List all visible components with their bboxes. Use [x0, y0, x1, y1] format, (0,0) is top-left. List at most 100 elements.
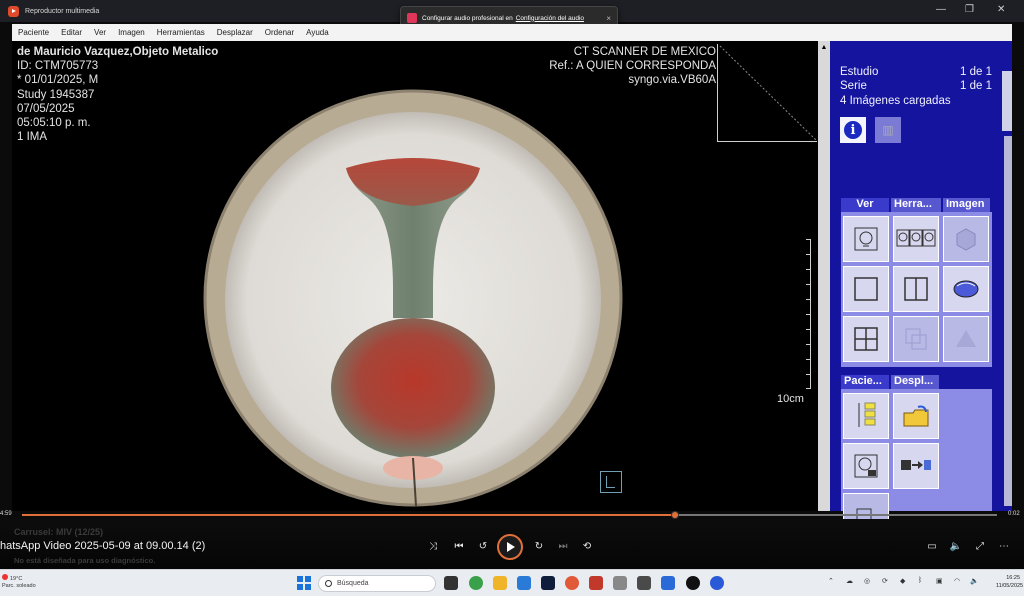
menu-ver[interactable]: Ver: [94, 28, 106, 37]
info-icon: i: [844, 121, 862, 139]
calculator-icon[interactable]: [637, 576, 651, 590]
patient-dob: * 01/01/2025, M: [17, 74, 99, 87]
media-player-icon: [8, 5, 19, 17]
tray-cloud-icon[interactable]: ☁: [846, 577, 853, 585]
tab-paciente[interactable]: Pacie...: [841, 375, 889, 389]
multi-head-icon: [896, 229, 936, 247]
tab-ver[interactable]: Ver: [841, 198, 889, 212]
head-profile-icon: [854, 227, 878, 251]
menu-bar: Paciente Editar Ver Imagen Herramientas …: [12, 24, 1012, 41]
clock-date: 11/05/2025: [996, 583, 1024, 589]
taskbar-search[interactable]: Búsqueda: [318, 575, 436, 592]
wifi-icon[interactable]: ◠: [954, 577, 960, 585]
toast-close-icon[interactable]: ×: [606, 14, 611, 23]
tab-imagen[interactable]: Imagen: [943, 198, 990, 212]
tray-chevron-icon[interactable]: ⌃: [828, 577, 834, 585]
system-clock[interactable]: 16:25 11/05/2025: [996, 574, 1024, 590]
layout-1x1-tile[interactable]: [843, 266, 889, 312]
task-view-icon[interactable]: [444, 576, 458, 590]
histogram-button[interactable]: ▥: [875, 117, 901, 143]
volume-render-tile[interactable]: [943, 266, 989, 312]
layout-2x2-tile[interactable]: [843, 316, 889, 362]
weather-widget[interactable]: 19°C Parc. soleado: [2, 574, 36, 590]
weather-desc: Parc. soleado: [2, 583, 36, 589]
patient-list-tile[interactable]: [843, 393, 889, 439]
tab-desplazar[interactable]: Despl...: [891, 375, 939, 389]
menu-imagen[interactable]: Imagen: [118, 28, 145, 37]
orientation-box: [717, 44, 817, 142]
head-info-icon: [854, 454, 878, 478]
miniplayer-icon[interactable]: ▭: [925, 541, 939, 552]
layout-corner-icon[interactable]: [600, 471, 622, 493]
menu-herramientas[interactable]: Herramientas: [157, 28, 205, 37]
menu-ayuda[interactable]: Ayuda: [306, 28, 329, 37]
start-button[interactable]: [297, 576, 311, 590]
shield-icon[interactable]: [589, 576, 603, 590]
histogram-icon: ▥: [882, 123, 894, 137]
orientation-diagonal: [719, 45, 817, 141]
compare-view-tile[interactable]: [893, 316, 939, 362]
tray-display-icon[interactable]: ▣: [936, 577, 943, 585]
shuffle-icon[interactable]: ⤨: [426, 541, 440, 552]
cube-icon: [956, 228, 976, 251]
chrome-icon[interactable]: [469, 576, 483, 590]
play-button[interactable]: [497, 534, 523, 560]
minimize-icon[interactable]: —: [936, 4, 946, 15]
3d-view-tile[interactable]: [943, 216, 989, 262]
fullscreen-icon[interactable]: ⤢: [973, 541, 987, 552]
info-button[interactable]: i: [840, 117, 866, 143]
menu-paciente[interactable]: Paciente: [18, 28, 49, 37]
control-panel: Estudio 1 de 1 Serie 1 de 1 4 Imágenes car…: [830, 41, 1012, 539]
menu-editar[interactable]: Editar: [61, 28, 82, 37]
single-view-tile[interactable]: [843, 216, 889, 262]
tray-sync-icon[interactable]: ⟳: [882, 577, 888, 585]
tray-shield-icon[interactable]: ◆: [900, 577, 905, 585]
zoom-icon[interactable]: [710, 576, 724, 590]
transfer-tile[interactable]: [893, 443, 939, 489]
window-title: Reproductor multimedia: [25, 7, 100, 15]
speaker-icon[interactable]: 🔈: [970, 577, 979, 585]
layout-1x2-tile[interactable]: [893, 266, 939, 312]
network-app-icon[interactable]: [613, 576, 627, 590]
repeat-icon[interactable]: ⟲: [580, 541, 594, 552]
video-title: hatsApp Video 2025-05-09 at 09.00.14 (2): [0, 540, 206, 552]
close-icon[interactable]: ✕: [997, 4, 1005, 15]
previous-icon[interactable]: ⏮: [452, 541, 466, 552]
panel-scrollbar[interactable]: [1004, 136, 1012, 506]
clock-time: 16:25: [1006, 575, 1020, 581]
ghost-note-text: No está diseñada para uso diagnóstico.: [14, 556, 156, 565]
tray-app-icon[interactable]: ◎: [864, 577, 870, 585]
volume-icon[interactable]: 🔈: [949, 541, 963, 552]
photos-icon[interactable]: [661, 576, 675, 590]
more-options-icon[interactable]: ⋯: [997, 541, 1011, 552]
toast-link[interactable]: Configuración del audio: [516, 15, 584, 22]
photoshop-icon[interactable]: [541, 576, 555, 590]
multi-view-tile[interactable]: [893, 216, 939, 262]
chrome-alt-icon[interactable]: [565, 576, 579, 590]
forward-icon[interactable]: ↻: [532, 541, 546, 552]
next-icon[interactable]: ⏭: [556, 541, 570, 552]
store-icon[interactable]: [517, 576, 531, 590]
seek-handle[interactable]: [671, 511, 680, 519]
seek-bar[interactable]: [0, 511, 1024, 519]
toast-text: Configurar audio profesional en: [422, 14, 513, 22]
tab-herramientas[interactable]: Herra...: [891, 198, 941, 212]
rewind-icon[interactable]: ↺: [476, 541, 490, 552]
tray-bluetooth-icon[interactable]: ᛒ: [918, 577, 922, 584]
image-count: 1 IMA: [17, 131, 48, 144]
image-viewport[interactable]: de Mauricio Vazquez,Objeto Metalico ID: …: [12, 41, 818, 511]
patient-info-tile[interactable]: [843, 443, 889, 489]
scroll-up-icon[interactable]: ▲: [818, 41, 830, 53]
mpr-view-tile[interactable]: [943, 316, 989, 362]
open-folder-tile[interactable]: [893, 393, 939, 439]
menu-ordenar[interactable]: Ordenar: [265, 28, 294, 37]
remaining-time: 0:02: [1008, 511, 1020, 517]
file-explorer-icon[interactable]: [493, 576, 507, 590]
media-player-taskbar-icon[interactable]: [686, 576, 700, 590]
vertical-scrollbar[interactable]: ▲: [818, 41, 830, 511]
maximize-icon[interactable]: ❐: [965, 4, 974, 15]
player-controls: Carrusel: MIV (12/25) hatsApp Video 2025…: [0, 519, 1024, 569]
ct-scan-image: [203, 89, 623, 507]
menu-desplazar[interactable]: Desplazar: [217, 28, 253, 37]
seek-progress: [22, 514, 676, 516]
